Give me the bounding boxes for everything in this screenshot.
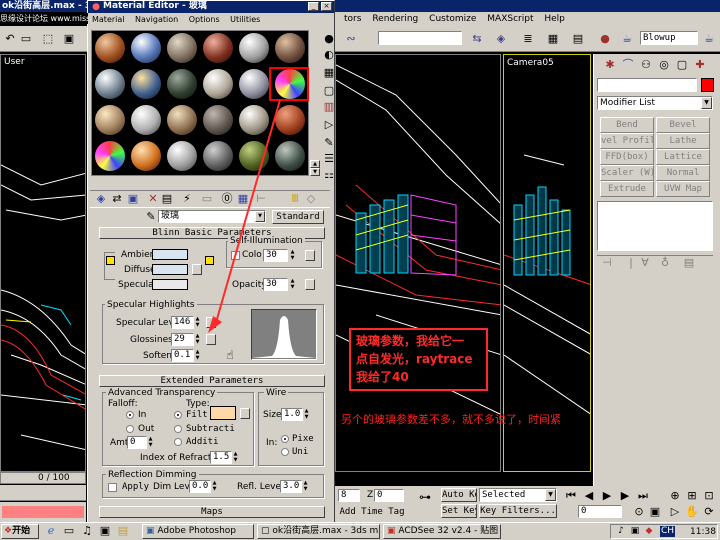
start-label: 开始 (12, 526, 31, 536)
previous-frame-icon[interactable]: ◀ (582, 489, 596, 503)
taskbar-3dsmax[interactable]: ▢ ok沿街高层.max - 3ds m... (257, 524, 380, 539)
start-button[interactable]: ❖开始 (1, 524, 39, 539)
set-key-button[interactable]: Set Key (441, 504, 477, 518)
annotation-arrow (214, 99, 281, 327)
key-mode-icon[interactable]: ⊶ (418, 490, 432, 504)
quicklaunch-desktop-icon[interactable]: ▭ (62, 524, 76, 538)
zoom-all-icon[interactable]: ⊞ (685, 489, 699, 503)
orbit-icon[interactable]: ⟳ (702, 505, 716, 519)
annotation-arrow-layer (208, 67, 309, 333)
annotation-line-1: 玻璃参数，我给它一 (356, 334, 465, 348)
coord-z-field[interactable]: 0 (374, 489, 404, 502)
taskbar-photoshop-label: Adobe Photoshop (157, 526, 237, 536)
taskbar-acdsee-label: ACDSee 32 v2.4 - 贴图 (398, 526, 499, 536)
tray-volume-icon[interactable]: ♪ (614, 524, 628, 538)
photoshop-icon: ▣ (146, 526, 155, 536)
watermark: 思缘设计论坛 www.missyuan.net (0, 13, 88, 24)
zoom-icon[interactable]: ⊕ (668, 489, 682, 503)
taskbar-3dsmax-label: ok沿街高层.max - 3ds m... (272, 526, 380, 536)
prompt-line-red (2, 506, 84, 518)
coord-z-label: Z (367, 490, 374, 500)
field-of-view-icon[interactable]: ▷ (668, 505, 682, 519)
3dsmax-icon: ▢ (261, 526, 270, 536)
quicklaunch-app-icon[interactable]: ▣ (98, 524, 112, 538)
current-frame-field[interactable]: 0 (578, 505, 622, 518)
add-time-tag-button[interactable]: Add Time Tag (338, 506, 406, 520)
tray-network-icon[interactable]: ▣ (628, 524, 642, 538)
key-mode-toggle-icon[interactable]: ⊙ (632, 505, 646, 519)
trackbar[interactable] (0, 485, 86, 501)
key-filters-button[interactable]: Key Filters... (479, 504, 557, 518)
selection-set-arrow[interactable]: ▼ (545, 489, 556, 501)
quicklaunch-folder-icon[interactable]: ▤ (116, 524, 130, 538)
go-to-end-icon[interactable]: ⏭ (636, 489, 650, 503)
annotation-line-3: 我给了40 (356, 370, 409, 384)
auto-key-button[interactable]: Auto Key (441, 488, 477, 502)
next-frame-icon[interactable]: ▶ (618, 489, 632, 503)
annotation-note: 另个的玻璃参数差不多，就不多说了，时间紧 (341, 413, 561, 426)
coord-x-field[interactable]: 8 (338, 489, 360, 502)
zoom-extents-icon[interactable]: ⊡ (702, 489, 716, 503)
quicklaunch-ie-icon[interactable]: ℯ (44, 524, 58, 538)
acdsee-icon: ▣ (387, 526, 396, 536)
selected-slot-highlight (269, 67, 309, 101)
frame-counter: 0 / 100 (38, 473, 70, 483)
selection-set-value: Selected (482, 490, 526, 500)
quicklaunch-media-icon[interactable]: ♫ (80, 524, 94, 538)
play-icon[interactable]: ▶ (600, 489, 614, 503)
annotation-line-2: 点自发光，raytrace (356, 352, 473, 366)
tray-security-icon[interactable]: ◆ (642, 524, 656, 538)
tray-clock: 11:38 (690, 527, 716, 537)
annotation-arrowhead (208, 316, 222, 333)
taskbar-acdsee[interactable]: ▣ ACDSee 32 v2.4 - 贴图 (383, 524, 501, 539)
time-config-icon[interactable]: ▣ (648, 505, 662, 519)
windows-logo-icon: ❖ (4, 526, 13, 536)
tray-language[interactable]: CH (660, 526, 676, 537)
pan-icon[interactable]: ✋ (685, 505, 699, 519)
taskbar-photoshop[interactable]: ▣ Adobe Photoshop (142, 524, 254, 539)
go-to-start-icon[interactable]: ⏮ (564, 489, 578, 503)
